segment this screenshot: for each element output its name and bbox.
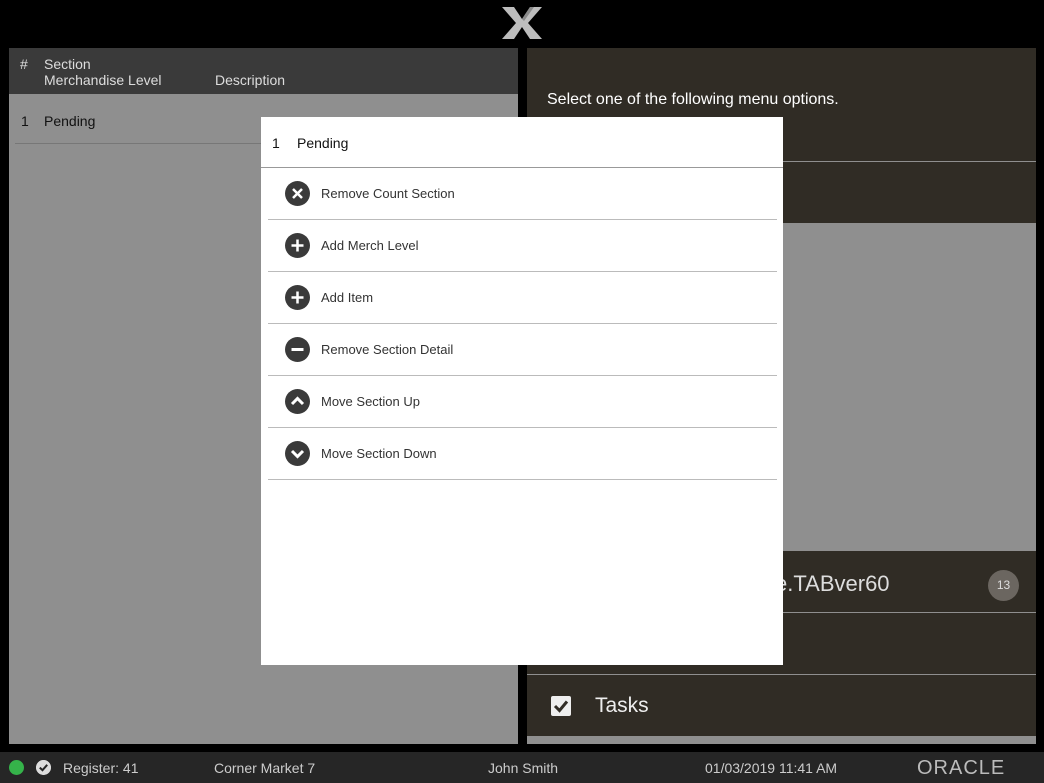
option-label: Remove Count Section — [321, 186, 455, 201]
check-circle-icon — [36, 760, 51, 775]
remove-section-detail-option[interactable]: Remove Section Detail — [268, 324, 777, 376]
chevron-up-circle-icon — [285, 389, 310, 414]
option-label: Add Merch Level — [321, 238, 419, 253]
row-number: 1 — [21, 113, 29, 129]
move-section-down-option[interactable]: Move Section Down — [268, 428, 777, 480]
count-badge: 13 — [988, 570, 1019, 601]
row-status: Pending — [44, 113, 96, 129]
menu-prompt: Select one of the following menu options… — [547, 91, 839, 108]
section-options-popup: 1 Pending Remove Count Section Add Merch… — [261, 117, 783, 665]
popup-row-number: 1 — [272, 135, 280, 151]
oracle-logo: ORACLE — [917, 757, 1006, 779]
column-merchandise-level: Merchandise Level — [44, 72, 162, 88]
add-merch-level-option[interactable]: Add Merch Level — [268, 220, 777, 272]
popup-row-status: Pending — [297, 135, 349, 151]
x-circle-icon — [285, 181, 310, 206]
add-item-option[interactable]: Add Item — [268, 272, 777, 324]
minus-circle-icon — [285, 337, 310, 362]
column-section: Section — [44, 56, 91, 72]
section-list-header: # Section Merchandise Level Description — [9, 48, 518, 94]
remove-count-section-option[interactable]: Remove Count Section — [268, 168, 777, 220]
online-status-icon — [9, 760, 24, 775]
popup-header: 1 Pending — [261, 117, 783, 168]
option-label: Move Section Down — [321, 446, 437, 461]
chevron-down-circle-icon — [285, 441, 310, 466]
store-name: Corner Market 7 — [214, 760, 316, 776]
checkbox-icon — [551, 696, 571, 716]
column-number: # — [20, 56, 28, 72]
user-name: John Smith — [488, 760, 559, 776]
version-title: e.TABver60 — [775, 571, 890, 596]
plus-circle-icon — [285, 233, 310, 258]
xstore-logo-icon — [502, 7, 542, 39]
option-label: Add Item — [321, 290, 374, 305]
option-label: Remove Section Detail — [321, 342, 454, 357]
plus-circle-icon — [285, 285, 310, 310]
register-label: Register: 41 — [63, 760, 139, 776]
column-description: Description — [215, 72, 286, 88]
option-label: Move Section Up — [321, 394, 420, 409]
date-time: 01/03/2019 11:41 AM — [705, 760, 838, 776]
status-bar: Register: 41 Corner Market 7 John Smith … — [0, 752, 1044, 783]
menu-item-tasks[interactable]: Tasks — [527, 675, 1036, 736]
top-bar — [0, 0, 1044, 46]
tasks-label: Tasks — [595, 694, 649, 717]
move-section-up-option[interactable]: Move Section Up — [268, 376, 777, 428]
